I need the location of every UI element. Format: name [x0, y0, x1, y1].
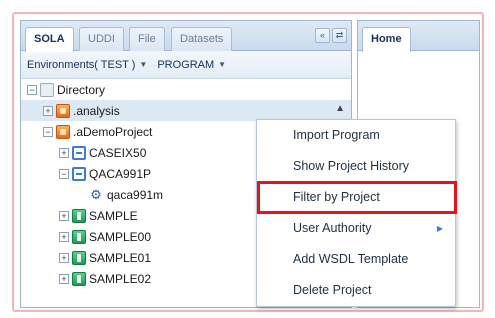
service-icon [72, 208, 86, 223]
submenu-arrow-icon: ▶ [436, 224, 443, 233]
service-icon [72, 271, 86, 286]
tab-sola[interactable]: SOLA [25, 27, 74, 52]
tab-uddi[interactable]: UDDI [79, 27, 124, 51]
chevron-down-icon: ▼ [218, 60, 227, 69]
expand-toggle-icon[interactable]: + [59, 231, 69, 242]
menu-item-label: Show Project History [293, 159, 410, 173]
chevron-down-icon: ▼ [139, 60, 148, 69]
context-menu: Import Program Show Project History Filt… [256, 119, 457, 307]
collapse-panel-icon[interactable]: « [315, 28, 330, 43]
menu-item-user-authority[interactable]: User Authority ▶ [257, 213, 455, 244]
program-group-icon [72, 145, 86, 160]
refresh-icon[interactable]: ⇄ [332, 28, 347, 43]
service-icon [72, 229, 86, 244]
menu-item-show-project-history[interactable]: Show Project History [257, 151, 455, 182]
expand-toggle-icon[interactable]: + [43, 105, 53, 116]
tree-item-label: CASEIX50 [89, 145, 147, 160]
expand-toggle-icon[interactable]: + [59, 252, 69, 263]
project-icon [56, 103, 70, 118]
environment-label: Environments( TEST ) [27, 58, 136, 71]
tab-home[interactable]: Home [362, 27, 411, 52]
collapse-toggle-icon[interactable]: − [27, 84, 37, 95]
menu-item-filter-by-project[interactable]: Filter by Project [257, 181, 457, 214]
tree-item-directory[interactable]: − Directory [21, 79, 351, 100]
tree-item-label: qaca991m [107, 187, 164, 202]
expand-toggle-icon[interactable]: + [59, 147, 69, 158]
menu-item-delete-project[interactable]: Delete Project [257, 275, 455, 306]
tree-item-label: SAMPLE00 [89, 229, 152, 244]
tab-file[interactable]: File [129, 27, 165, 51]
gear-icon: ⚙ [90, 186, 102, 202]
tree-item-label: .aDemoProject [73, 124, 153, 139]
menu-item-label: Delete Project [293, 283, 372, 297]
tree-item-label: .analysis [73, 103, 120, 118]
program-label: PROGRAM [157, 58, 215, 71]
menu-item-label: Filter by Project [293, 190, 380, 204]
environment-dropdown[interactable]: Environments( TEST ) ▼ [27, 59, 147, 71]
collapse-toggle-icon[interactable]: − [43, 126, 53, 137]
service-icon [72, 250, 86, 265]
tree-item-label: Directory [57, 82, 106, 97]
folder-icon [40, 82, 54, 97]
program-dropdown[interactable]: PROGRAM ▼ [157, 59, 226, 71]
tree-item-label: SAMPLE01 [89, 250, 152, 265]
tab-datasets[interactable]: Datasets [171, 27, 233, 51]
menu-item-label: Add WSDL Template [293, 252, 409, 266]
tree-item-label: SAMPLE [89, 208, 138, 223]
program-group-icon [72, 166, 86, 181]
menu-item-add-wsdl-template[interactable]: Add WSDL Template [257, 244, 455, 275]
tree-item-analysis[interactable]: + .analysis ▲ [21, 100, 351, 121]
chevron-up-icon[interactable]: ▲ [335, 103, 345, 114]
tree-item-label: SAMPLE02 [89, 271, 152, 286]
menu-item-import-program[interactable]: Import Program [257, 120, 455, 151]
environment-bar: Environments( TEST ) ▼ PROGRAM ▼ [21, 51, 351, 79]
tree-item-label: QACA991P [89, 166, 152, 181]
content-tabbar: Home [358, 21, 479, 52]
expand-toggle-icon[interactable]: + [59, 210, 69, 221]
project-icon [56, 124, 70, 139]
menu-item-label: User Authority [293, 221, 372, 235]
explorer-tabbar: SOLA UDDI File Datasets « ⇄ [21, 21, 351, 52]
menu-item-label: Import Program [293, 128, 380, 142]
tab-tools: « ⇄ [315, 28, 347, 43]
expand-toggle-icon[interactable]: + [59, 273, 69, 284]
collapse-toggle-icon[interactable]: − [59, 168, 69, 179]
